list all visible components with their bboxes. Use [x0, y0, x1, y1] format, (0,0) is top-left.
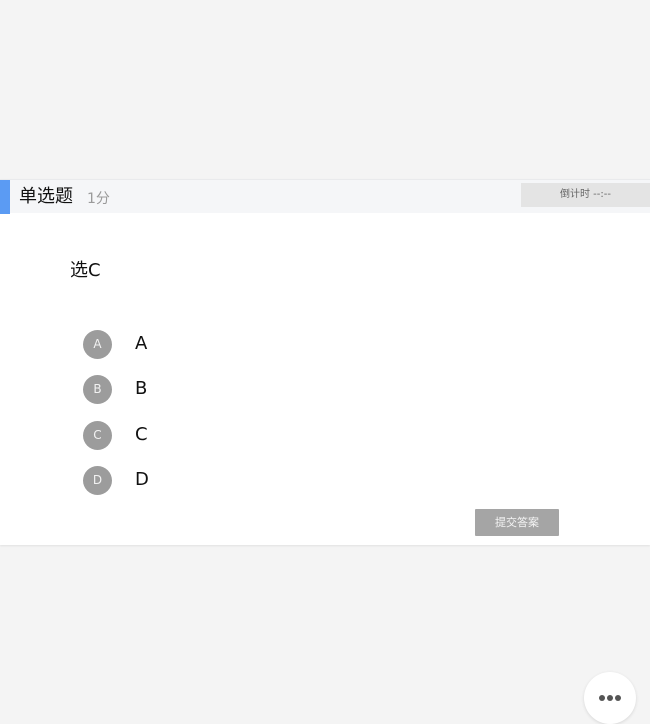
option-c-label: C	[135, 424, 148, 445]
option-c[interactable]: C C	[83, 421, 283, 451]
option-d-label: D	[135, 469, 149, 490]
submit-answer-button[interactable]: 提交答案	[475, 509, 559, 536]
option-c-letter: C	[83, 421, 112, 450]
option-d-letter: D	[83, 466, 112, 495]
option-d[interactable]: D D	[83, 466, 283, 496]
option-a-letter: A	[83, 330, 112, 359]
more-icon-dot	[615, 695, 621, 701]
question-score: 1分	[87, 191, 110, 207]
question-card: 单选题 1分 倒计时 --:-- 选C A A B B C C D D 提交答案	[0, 179, 650, 545]
more-icon-dot	[599, 695, 605, 701]
more-button[interactable]	[584, 672, 636, 724]
more-icon-dot	[607, 695, 613, 701]
question-text: 选C	[70, 260, 101, 281]
option-b[interactable]: B B	[83, 375, 283, 405]
question-header: 单选题 1分 倒计时 --:--	[0, 179, 650, 214]
more-icon	[599, 695, 621, 701]
countdown-timer: 倒计时 --:--	[521, 183, 650, 207]
accent-bar	[0, 180, 10, 214]
option-b-letter: B	[83, 375, 112, 404]
page: 单选题 1分 倒计时 --:-- 选C A A B B C C D D 提交答案	[0, 0, 650, 724]
option-b-label: B	[135, 378, 148, 399]
question-type: 单选题	[19, 186, 73, 207]
option-a[interactable]: A A	[83, 330, 283, 360]
option-a-label: A	[135, 333, 148, 354]
